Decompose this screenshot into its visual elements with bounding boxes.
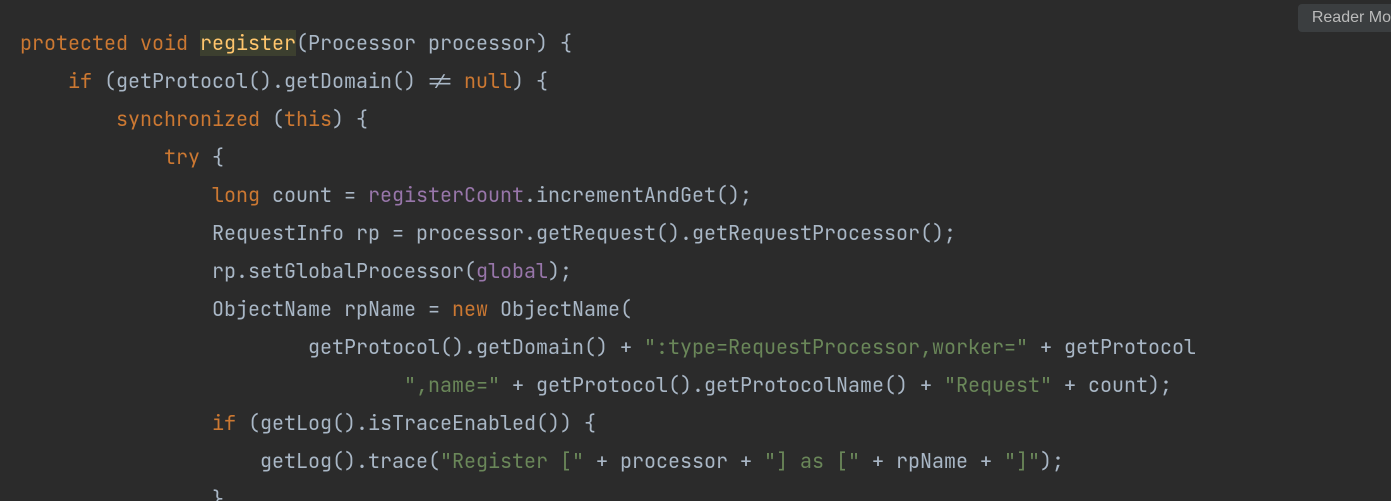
token-p xyxy=(128,30,140,56)
token-p xyxy=(188,30,200,56)
token-k: if xyxy=(212,410,236,436)
indent xyxy=(20,448,260,474)
token-p: ( xyxy=(296,30,308,56)
code-line[interactable]: synchronized (this) { xyxy=(20,100,1391,138)
token-id: Processor processor xyxy=(308,30,536,56)
token-k: this xyxy=(284,106,332,132)
token-k: long xyxy=(212,182,260,208)
token-str: "Register [" xyxy=(440,448,584,474)
token-p: ) { xyxy=(332,106,368,132)
token-id: rp.setGlobalProcessor( xyxy=(212,258,476,284)
token-k: if xyxy=(68,68,92,94)
token-p: { xyxy=(200,144,224,170)
code-line[interactable]: rp.setGlobalProcessor(global); xyxy=(20,252,1391,290)
token-id: getProtocol().getDomain() + xyxy=(308,334,644,360)
token-p: } xyxy=(212,486,224,501)
code-line[interactable]: if (getLog().isTraceEnabled()) { xyxy=(20,404,1391,442)
indent xyxy=(20,106,116,132)
code-line[interactable]: } xyxy=(20,480,1391,501)
token-str: ":type=RequestProcessor,worker=" xyxy=(644,334,1028,360)
token-p: ) { xyxy=(536,30,572,56)
code-line[interactable]: try { xyxy=(20,138,1391,176)
token-id: RequestInfo rp = processor.getRequest().… xyxy=(212,220,956,246)
code-editor[interactable]: Reader Mo protected void register(Proces… xyxy=(0,0,1391,501)
token-p: ( xyxy=(260,106,284,132)
token-k: protected xyxy=(20,30,128,56)
token-id: + getProtocol xyxy=(1028,334,1196,360)
token-k: void xyxy=(140,30,188,56)
token-field: global xyxy=(476,258,548,284)
code-line[interactable]: if (getProtocol().getDomain() != null) { xyxy=(20,62,1391,100)
token-p: ) { xyxy=(512,68,548,94)
token-str: "Request" xyxy=(944,372,1052,398)
indent xyxy=(20,486,212,501)
reader-mode-label: Reader Mo xyxy=(1312,9,1391,26)
code-area[interactable]: protected void register(Processor proces… xyxy=(0,0,1391,501)
code-line[interactable]: getProtocol().getDomain() + ":type=Reque… xyxy=(20,328,1391,366)
token-p: ( xyxy=(92,68,116,94)
token-id: + rpName + xyxy=(860,448,1004,474)
token-str: "]" xyxy=(1004,448,1040,474)
token-id: ); xyxy=(1040,448,1064,474)
token-id: + getProtocol().getProtocolName() + xyxy=(500,372,944,398)
indent xyxy=(20,182,212,208)
token-id: ObjectName rpName = xyxy=(212,296,452,322)
code-line[interactable]: ObjectName rpName = new ObjectName( xyxy=(20,290,1391,328)
code-line[interactable]: protected void register(Processor proces… xyxy=(20,24,1391,62)
indent xyxy=(20,68,68,94)
token-str: ",name=" xyxy=(404,372,500,398)
token-str: "] as [" xyxy=(764,448,860,474)
token-k: new xyxy=(452,296,488,322)
indent xyxy=(20,258,212,284)
token-k: try xyxy=(164,144,200,170)
token-id: getProtocol().getDomain() != xyxy=(116,68,464,94)
code-line[interactable]: long count = registerCount.incrementAndG… xyxy=(20,176,1391,214)
token-id: + processor + xyxy=(584,448,764,474)
indent xyxy=(20,410,212,436)
code-line[interactable]: ",name=" + getProtocol().getProtocolName… xyxy=(20,366,1391,404)
indent xyxy=(20,220,212,246)
token-id: ); xyxy=(548,258,572,284)
indent xyxy=(20,144,164,170)
token-id: .incrementAndGet(); xyxy=(524,182,752,208)
reader-mode-badge[interactable]: Reader Mo xyxy=(1298,4,1391,32)
token-id: count = xyxy=(260,182,368,208)
indent xyxy=(20,296,212,322)
token-id: + count); xyxy=(1052,372,1172,398)
indent xyxy=(20,372,404,398)
token-id: (getLog().isTraceEnabled()) { xyxy=(236,410,596,436)
token-k: synchronized xyxy=(116,106,260,132)
token-k: null xyxy=(464,68,512,94)
code-line[interactable]: RequestInfo rp = processor.getRequest().… xyxy=(20,214,1391,252)
indent xyxy=(20,334,308,360)
token-field: registerCount xyxy=(368,182,524,208)
code-line[interactable]: getLog().trace("Register [" + processor … xyxy=(20,442,1391,480)
token-id: getLog().trace( xyxy=(260,448,440,474)
token-id: ObjectName( xyxy=(488,296,632,322)
token-fn: register xyxy=(200,30,296,56)
